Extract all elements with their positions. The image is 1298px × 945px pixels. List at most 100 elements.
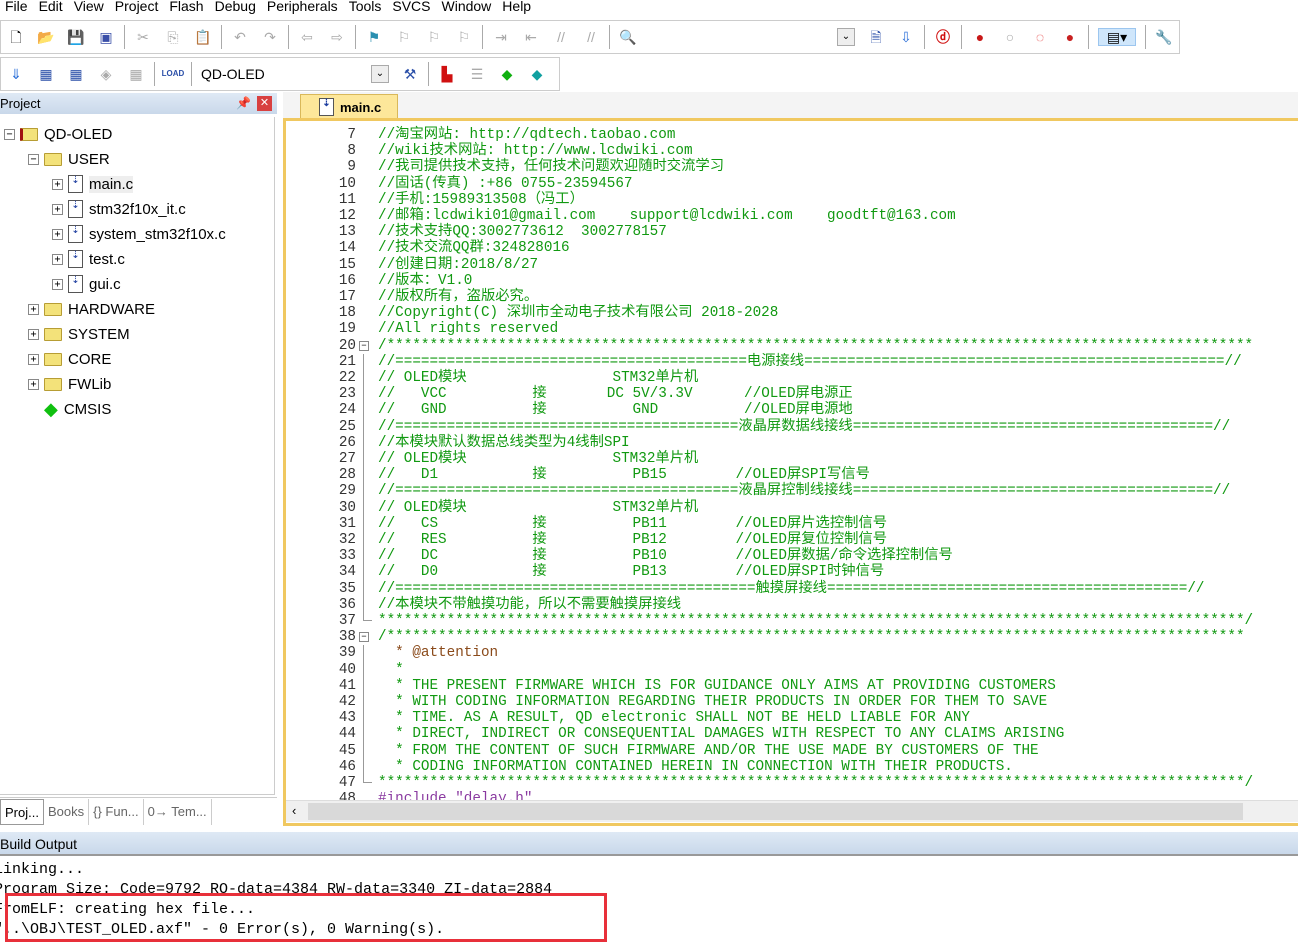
- menu-project[interactable]: Project: [110, 0, 165, 16]
- undo-icon[interactable]: ↶: [231, 28, 249, 46]
- prev-bookmark-icon[interactable]: ⚐: [395, 28, 413, 46]
- expand-icon[interactable]: +: [52, 253, 63, 265]
- expand-icon[interactable]: +: [28, 303, 39, 315]
- translate-icon[interactable]: ⇓: [7, 65, 25, 83]
- line-number: 46: [338, 758, 356, 775]
- paste-icon[interactable]: 📋: [194, 28, 212, 46]
- load-download-icon[interactable]: LOAD: [162, 65, 185, 83]
- pack-installer-icon[interactable]: ◆: [528, 65, 546, 83]
- incremental-find-icon[interactable]: ⇩: [897, 28, 915, 46]
- tree-file-stm32f10x_it-c[interactable]: + ⇣ stm32f10x_it.c: [52, 198, 186, 220]
- bottom-tab-2[interactable]: {} Fun...: [89, 799, 144, 825]
- open-folder-icon[interactable]: 📂: [37, 28, 55, 46]
- build-icon[interactable]: ▦: [37, 65, 55, 83]
- code-text: * WITH CODING INFORMATION REGARDING THEI…: [378, 694, 1048, 710]
- disable-breakpoint-icon[interactable]: ○: [1001, 28, 1019, 46]
- tree-label: FWLib: [68, 375, 112, 393]
- bottom-tab-0[interactable]: Proj...: [0, 799, 44, 825]
- find-icon[interactable]: 🗎: [867, 28, 885, 46]
- menu-file[interactable]: File: [0, 0, 34, 16]
- target-dropdown-icon[interactable]: ⌄: [371, 65, 389, 83]
- menu-tools[interactable]: Tools: [344, 0, 388, 16]
- scroll-left-icon[interactable]: ‹: [292, 803, 296, 818]
- expand-icon[interactable]: +: [28, 378, 39, 390]
- menu-peripherals[interactable]: Peripherals: [262, 0, 344, 16]
- kill-all-breakpoints-icon[interactable]: ●: [1061, 28, 1079, 46]
- menu-view[interactable]: View: [69, 0, 110, 16]
- uncomment-icon[interactable]: //: [582, 28, 600, 46]
- menu-edit[interactable]: Edit: [34, 0, 69, 16]
- tree-root-qd-oled[interactable]: − QD-OLED: [4, 123, 112, 145]
- next-bookmark-icon[interactable]: ⚐: [425, 28, 443, 46]
- tree-group-user[interactable]: − USER: [28, 148, 110, 170]
- rebuild-icon[interactable]: ▦: [67, 65, 85, 83]
- tree-group-system[interactable]: + SYSTEM: [28, 323, 130, 345]
- save-all-icon[interactable]: ▣: [97, 28, 115, 46]
- pin-icon[interactable]: 📌: [236, 93, 251, 114]
- expand-icon[interactable]: +: [28, 353, 39, 365]
- comment-icon[interactable]: //: [552, 28, 570, 46]
- tree-group-hardware[interactable]: + HARDWARE: [28, 298, 155, 320]
- expand-icon[interactable]: +: [52, 178, 63, 190]
- target-options-icon[interactable]: ⚒: [401, 65, 419, 83]
- collapse-icon[interactable]: −: [4, 128, 15, 140]
- tree-file-system_stm32f10x-c[interactable]: + ⇣ system_stm32f10x.c: [52, 223, 226, 245]
- expand-icon[interactable]: +: [28, 328, 39, 340]
- line-number: 43: [338, 710, 356, 727]
- horizontal-scrollbar[interactable]: ‹: [286, 800, 1298, 822]
- tree-file-test-c[interactable]: + ⇣ test.c: [52, 248, 125, 270]
- tree-group-core[interactable]: + CORE: [28, 348, 111, 370]
- cmsis-diamond-icon: ◆: [44, 398, 58, 419]
- find-in-files-icon[interactable]: 🔍: [619, 28, 637, 46]
- stop-build-icon[interactable]: ▦: [127, 65, 145, 83]
- select-packs-icon[interactable]: ◆: [498, 65, 516, 83]
- code-line: 40 *: [286, 661, 1296, 678]
- new-file-icon[interactable]: 🗋: [7, 28, 25, 46]
- code-text: //邮箱:lcdwiki01@gmail.com support@lcdwiki…: [378, 208, 956, 224]
- fold-collapse-icon[interactable]: −: [359, 632, 369, 643]
- window-layout-icon[interactable]: ▤▾: [1098, 28, 1136, 46]
- fold-line: [363, 677, 372, 694]
- code-line: 18 //Copyright(C) 深圳市全动电子技术有限公司 2018-2028: [286, 305, 1296, 321]
- expand-icon[interactable]: +: [52, 203, 63, 215]
- copy-icon[interactable]: ⎘: [164, 28, 182, 46]
- tree-file-main-c[interactable]: + ⇣ main.c: [52, 173, 134, 195]
- unindent-icon[interactable]: ⇤: [522, 28, 540, 46]
- collapse-icon[interactable]: −: [28, 153, 39, 165]
- menu-help[interactable]: Help: [497, 0, 537, 16]
- bookmark-icon[interactable]: ⚑: [365, 28, 383, 46]
- code-editor[interactable]: 7 //淘宝网站: http://qdtech.taobao.com 8 //wiki…: [283, 118, 1298, 826]
- target-select[interactable]: QD-OLED: [195, 66, 365, 82]
- tree-file-gui-c[interactable]: + ⇣ gui.c: [52, 273, 121, 295]
- expand-icon[interactable]: +: [52, 228, 63, 240]
- menu-window[interactable]: Window: [437, 0, 498, 16]
- manage-components-icon[interactable]: ▙: [438, 65, 456, 83]
- close-icon[interactable]: ✕: [257, 96, 272, 111]
- debug-session-icon[interactable]: ⓓ: [934, 28, 952, 46]
- menu-debug[interactable]: Debug: [210, 0, 262, 16]
- configure-wrench-icon[interactable]: 🔧: [1155, 28, 1173, 46]
- fold-line: [363, 596, 372, 613]
- tab-main-c[interactable]: ⇣ main.c: [300, 94, 398, 119]
- redo-icon[interactable]: ↷: [261, 28, 279, 46]
- disable-all-breakpoints-icon[interactable]: ◌: [1031, 28, 1049, 46]
- clear-bookmarks-icon[interactable]: ⚐: [455, 28, 473, 46]
- tree-group-fwlib[interactable]: + FWLib: [28, 373, 111, 395]
- tree-cmsis[interactable]: ◆ CMSIS: [28, 398, 111, 420]
- indent-icon[interactable]: ⇥: [492, 28, 510, 46]
- nav-back-icon[interactable]: ⇦: [298, 28, 316, 46]
- scrollbar-thumb[interactable]: [308, 803, 1243, 820]
- batch-build-icon[interactable]: ◈: [97, 65, 115, 83]
- fold-collapse-icon[interactable]: −: [359, 340, 369, 351]
- breakpoint-icon[interactable]: ●: [971, 28, 989, 46]
- nav-forward-icon[interactable]: ⇨: [328, 28, 346, 46]
- save-icon[interactable]: 💾: [67, 28, 85, 46]
- expand-icon[interactable]: +: [52, 278, 63, 290]
- menu-flash[interactable]: Flash: [164, 0, 209, 16]
- menu-svcs[interactable]: SVCS: [387, 0, 436, 16]
- manage-project-items-icon[interactable]: ☰: [468, 65, 486, 83]
- find-dropdown[interactable]: ⌄: [837, 28, 855, 46]
- cut-icon[interactable]: ✂: [134, 28, 152, 46]
- bottom-tab-1[interactable]: Books: [44, 799, 90, 825]
- bottom-tab-3[interactable]: 0→ Tem...: [144, 799, 212, 825]
